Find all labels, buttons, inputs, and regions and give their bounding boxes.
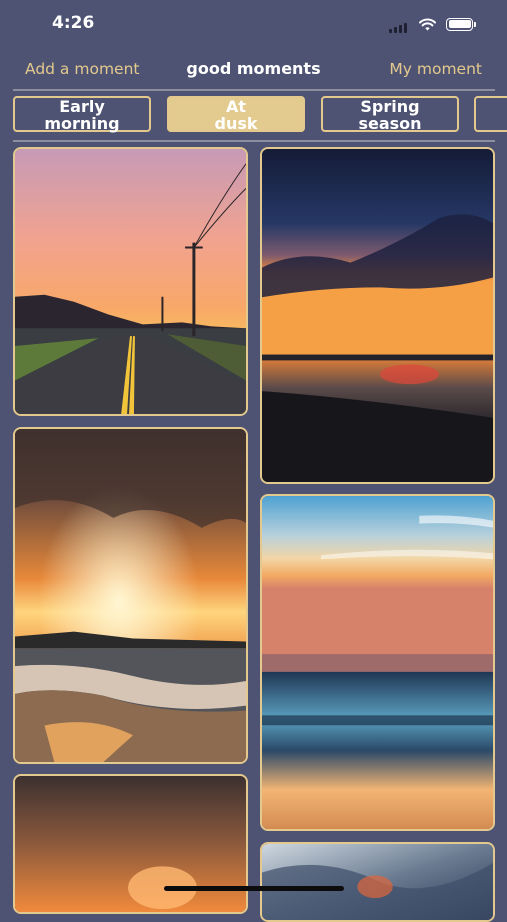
photo-card-ocean-dusk[interactable] (260, 147, 495, 484)
tab-partial[interactable] (474, 96, 507, 132)
tab-at-dusk[interactable]: At dusk (167, 96, 305, 132)
beach-clouds-sunset-photo (15, 429, 246, 762)
status-bar: 4:26 (0, 0, 507, 48)
status-icons (389, 15, 476, 33)
category-tabs: Early morning At dusk Spring season (13, 96, 507, 134)
divider-bottom (13, 140, 495, 142)
road-sunset-photo (15, 149, 246, 414)
photo-card-beach-clouds[interactable] (13, 427, 248, 764)
photo-card-road-sunset[interactable] (13, 147, 248, 416)
tab-label-line1: Spring (360, 97, 420, 116)
photo-card-orange-sky[interactable] (13, 774, 248, 914)
tab-label-line1: Early (59, 97, 105, 116)
tab-label-line2: season (358, 114, 422, 133)
photo-card-wave-splash[interactable] (260, 842, 495, 922)
divider-top (13, 89, 495, 91)
long-exposure-sea-photo (262, 496, 493, 829)
tab-early-morning[interactable]: Early morning (13, 96, 151, 132)
signal-icon (389, 15, 409, 33)
my-moment-button[interactable]: My moment (389, 60, 482, 78)
status-time: 4:26 (52, 13, 95, 33)
wave-splash-photo (262, 844, 493, 920)
tab-label-line2: dusk (214, 114, 258, 133)
tab-label-line1: At (225, 97, 246, 116)
nav-bar: Add a moment good moments My moment (0, 52, 507, 86)
orange-sky-photo (15, 776, 246, 912)
photo-card-long-exposure-sea[interactable] (260, 494, 495, 831)
wifi-icon (419, 18, 436, 30)
home-indicator (164, 886, 344, 891)
battery-icon (446, 17, 476, 31)
tab-label-line2: morning (44, 114, 120, 133)
ocean-dusk-photo (262, 149, 493, 482)
tab-spring-season[interactable]: Spring season (321, 96, 459, 132)
